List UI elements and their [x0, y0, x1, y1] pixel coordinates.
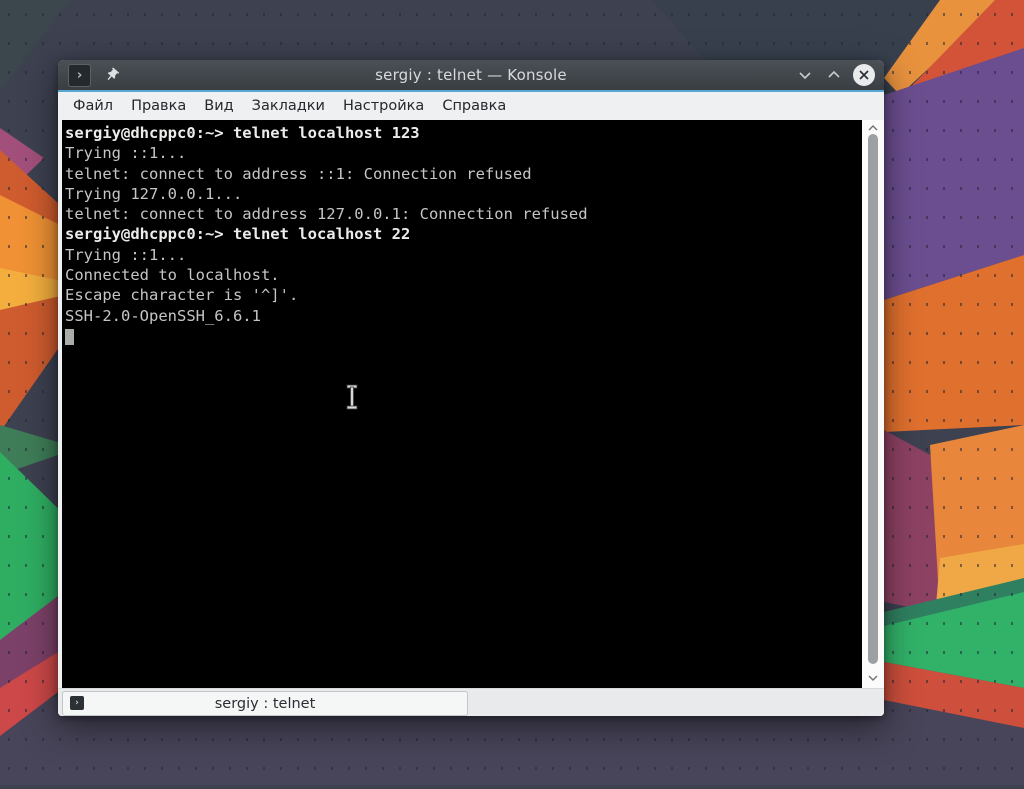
terminal-line: Trying ::1...	[65, 144, 187, 163]
terminal-line: sergiy@dhcppc0:~> telnet localhost 123	[65, 124, 420, 142]
terminal-line: telnet: connect to address ::1: Connecti…	[65, 164, 532, 183]
menubar: Файл Правка Вид Закладки Настройка Справ…	[58, 92, 884, 120]
terminal-line: Trying 127.0.0.1...	[65, 184, 243, 203]
scrollbar[interactable]	[862, 120, 884, 688]
terminal-line: Connected to localhost.	[65, 266, 280, 285]
konsole-window: › sergiy : telnet — Konsole Файл Правка …	[58, 60, 884, 716]
terminal-output[interactable]: sergiy@dhcppc0:~> telnet localhost 123 Tr…	[62, 120, 862, 688]
terminal-tab-icon: ›	[70, 696, 84, 710]
scrollbar-thumb[interactable]	[868, 134, 878, 664]
window-title: sergiy : telnet — Konsole	[375, 66, 567, 84]
menu-view[interactable]: Вид	[204, 98, 233, 114]
terminal-line: Trying ::1...	[65, 245, 187, 264]
scrollbar-up-icon[interactable]	[862, 122, 884, 134]
scrollbar-down-icon[interactable]	[862, 672, 884, 684]
menu-help[interactable]: Справка	[442, 98, 506, 114]
maximize-button[interactable]	[824, 65, 844, 85]
terminal-cursor-line	[65, 326, 862, 346]
ibeam-pointer	[344, 383, 360, 411]
tab-label: sergiy : telnet	[214, 695, 316, 712]
terminal-block-cursor	[65, 328, 75, 345]
menu-file[interactable]: Файл	[73, 98, 113, 114]
menu-edit[interactable]: Правка	[131, 98, 186, 114]
close-icon	[859, 70, 869, 80]
tab-sergiy-telnet[interactable]: › sergiy : telnet	[62, 691, 468, 716]
close-button[interactable]	[853, 64, 875, 86]
pin-icon[interactable]	[101, 65, 121, 85]
konsole-app-icon[interactable]: ›	[68, 63, 91, 87]
terminal-line: telnet: connect to address 127.0.0.1: Co…	[65, 205, 588, 224]
titlebar[interactable]: › sergiy : telnet — Konsole	[58, 60, 884, 90]
menu-bookmarks[interactable]: Закладки	[252, 98, 325, 114]
terminal-line: SSH-2.0-OpenSSH_6.6.1	[65, 306, 261, 325]
menu-settings[interactable]: Настройка	[343, 98, 424, 114]
tab-bar: › sergiy : telnet	[58, 688, 884, 716]
terminal-line: sergiy@dhcppc0:~> telnet localhost 22	[65, 225, 411, 244]
terminal-line: Escape character is '^]'.	[65, 286, 299, 305]
minimize-button[interactable]	[795, 65, 815, 85]
